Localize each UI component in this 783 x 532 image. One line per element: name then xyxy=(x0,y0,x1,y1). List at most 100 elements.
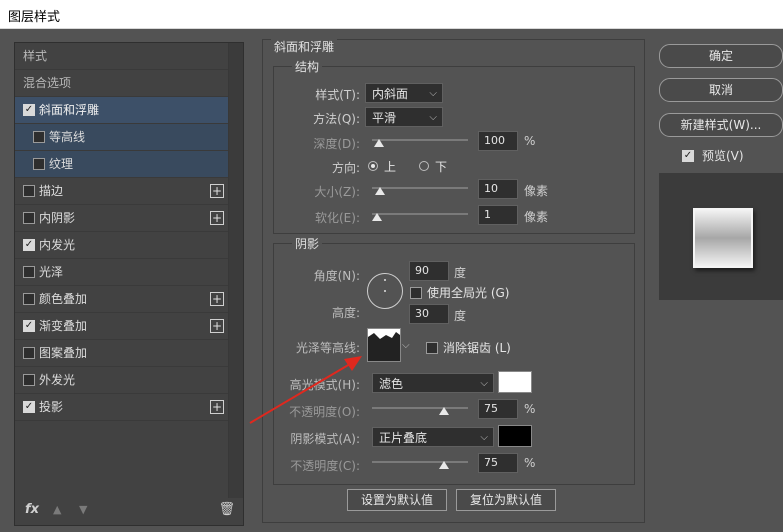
direction-up-radio[interactable] xyxy=(368,161,378,171)
depth-slider[interactable] xyxy=(372,139,468,141)
altitude-input[interactable]: 30 xyxy=(409,304,449,324)
antialias-checkbox[interactable] xyxy=(426,342,438,354)
effect-item[interactable]: 等高线 xyxy=(15,124,228,151)
effect-label: 斜面和浮雕 xyxy=(39,103,100,117)
soften-label: 软化(E): xyxy=(315,211,360,225)
settings-panel: 斜面和浮雕 结构 样式(T): 内斜面 ⌵ 方法(Q): 平滑 ⌵ 深度(D): 1… xyxy=(262,38,645,523)
effects-header-item[interactable]: 样式 xyxy=(15,43,228,70)
angle-dial[interactable] xyxy=(367,273,403,309)
shadow-opacity-slider[interactable] xyxy=(372,461,468,463)
soften-slider[interactable] xyxy=(372,213,468,215)
style-preview xyxy=(659,173,783,300)
highlight-opacity-thumb[interactable] xyxy=(439,407,449,415)
style-select[interactable]: 内斜面 ⌵ xyxy=(365,83,443,103)
layer-style-dialog: 样式 混合选项 ✓ 斜面和浮雕等高线纹理描边 + 内阴影 + ✓ 内发光光泽颜色叠加 + ✓ 渐变叠加… xyxy=(0,29,783,532)
highlight-color-swatch[interactable] xyxy=(498,371,532,393)
effect-label: 投影 xyxy=(39,400,64,414)
set-default-button[interactable]: 设置为默认值 xyxy=(347,489,447,511)
preview-thumbnail xyxy=(693,208,753,268)
cancel-button[interactable]: 取消 xyxy=(659,78,783,102)
add-effect-icon[interactable]: + xyxy=(210,211,224,225)
effect-checkbox[interactable] xyxy=(33,157,45,170)
effect-item[interactable]: ✓ 斜面和浮雕 xyxy=(15,97,228,124)
highlight-opacity-slider[interactable] xyxy=(372,407,468,409)
direction-up-label: 上 xyxy=(384,160,397,174)
shadow-opacity-unit: % xyxy=(524,456,536,470)
soften-input[interactable]: 1 xyxy=(478,205,518,225)
effect-checkbox[interactable]: ✓ xyxy=(23,238,35,251)
highlight-opacity-unit: % xyxy=(524,402,536,416)
effect-item[interactable]: ✓ 渐变叠加 + xyxy=(15,313,228,340)
preview-label: 预览(V) xyxy=(702,149,744,163)
effect-item[interactable]: 光泽 xyxy=(15,259,228,286)
depth-slider-thumb[interactable] xyxy=(374,139,384,147)
gloss-contour-picker[interactable] xyxy=(367,328,401,362)
effect-item[interactable]: 描边 + xyxy=(15,178,228,205)
ok-button[interactable]: 确定 xyxy=(659,44,783,68)
effect-checkbox[interactable]: ✓ xyxy=(23,400,35,413)
effect-label: 纹理 xyxy=(49,157,74,171)
highlight-mode-select[interactable]: 滤色 ⌵ xyxy=(372,373,494,393)
preview-checkbox[interactable]: ✓ xyxy=(682,150,694,162)
effect-checkbox[interactable] xyxy=(23,211,35,224)
style-select-value: 内斜面 xyxy=(372,87,409,101)
add-effect-icon[interactable]: + xyxy=(210,292,224,306)
angle-unit: 度 xyxy=(454,266,467,280)
effect-item[interactable]: 颜色叠加 + xyxy=(15,286,228,313)
fx-icon[interactable]: fx xyxy=(25,502,39,517)
title-bar: 图层样式 xyxy=(0,0,783,29)
effects-header-item[interactable]: 混合选项 xyxy=(15,70,228,97)
global-light-checkbox[interactable] xyxy=(410,287,422,299)
angle-label: 角度(N): xyxy=(313,269,360,283)
effect-checkbox[interactable] xyxy=(23,373,35,386)
move-up-icon[interactable]: ▲ xyxy=(53,503,61,516)
add-effect-icon[interactable]: + xyxy=(210,400,224,414)
effect-item[interactable]: 图案叠加 xyxy=(15,340,228,367)
soften-slider-thumb[interactable] xyxy=(372,213,382,221)
effect-item[interactable]: 外发光 xyxy=(15,367,228,394)
add-effect-icon[interactable]: + xyxy=(210,319,224,333)
size-input[interactable]: 10 xyxy=(478,179,518,199)
new-style-button[interactable]: 新建样式(W)... xyxy=(659,113,783,137)
add-effect-icon[interactable]: + xyxy=(210,184,224,198)
shadow-opacity-label: 不透明度(C): xyxy=(290,459,360,473)
effect-label: 内阴影 xyxy=(39,211,76,225)
effect-item[interactable]: ✓ 内发光 xyxy=(15,232,228,259)
contour-preview-icon xyxy=(368,332,400,361)
effect-item[interactable]: 内阴影 + xyxy=(15,205,228,232)
effect-checkbox[interactable]: ✓ xyxy=(23,319,35,332)
shadow-color-swatch[interactable] xyxy=(498,425,532,447)
shadow-opacity-input[interactable]: 75 xyxy=(478,453,518,473)
angle-input[interactable]: 90 xyxy=(409,261,449,281)
chevron-down-icon: ⌵ xyxy=(429,88,437,99)
effect-checkbox[interactable] xyxy=(23,265,35,278)
effect-label: 内发光 xyxy=(39,238,76,252)
depth-label: 深度(D): xyxy=(313,137,360,151)
trash-icon[interactable]: 🗑 xyxy=(218,502,235,517)
size-slider[interactable] xyxy=(372,187,468,189)
effects-scrollbar[interactable] xyxy=(228,43,243,498)
effect-checkbox[interactable] xyxy=(23,292,35,305)
reset-default-button[interactable]: 复位为默认值 xyxy=(456,489,556,511)
shadow-mode-select[interactable]: 正片叠底 ⌵ xyxy=(372,427,494,447)
effect-item[interactable]: 纹理 xyxy=(15,151,228,178)
angle-dial-center xyxy=(384,290,386,292)
effect-label: 光泽 xyxy=(39,265,64,279)
direction-down-label: 下 xyxy=(435,160,448,174)
effect-checkbox[interactable] xyxy=(33,130,45,143)
shadow-opacity-thumb[interactable] xyxy=(439,461,449,469)
effect-item[interactable]: ✓ 投影 + xyxy=(15,394,228,421)
depth-input[interactable]: 100 xyxy=(478,131,518,151)
altitude-unit: 度 xyxy=(454,309,467,323)
effect-checkbox[interactable]: ✓ xyxy=(23,103,35,116)
move-down-icon[interactable]: ▼ xyxy=(79,503,87,516)
direction-down-radio[interactable] xyxy=(419,161,429,171)
highlight-opacity-input[interactable]: 75 xyxy=(478,399,518,419)
technique-select[interactable]: 平滑 ⌵ xyxy=(365,107,443,127)
effect-checkbox[interactable] xyxy=(23,346,35,359)
effect-label: 图案叠加 xyxy=(39,346,88,360)
effect-checkbox[interactable] xyxy=(23,184,35,197)
chevron-down-icon[interactable]: ⌵ xyxy=(402,340,410,351)
size-slider-thumb[interactable] xyxy=(375,187,385,195)
size-unit: 像素 xyxy=(524,184,549,198)
